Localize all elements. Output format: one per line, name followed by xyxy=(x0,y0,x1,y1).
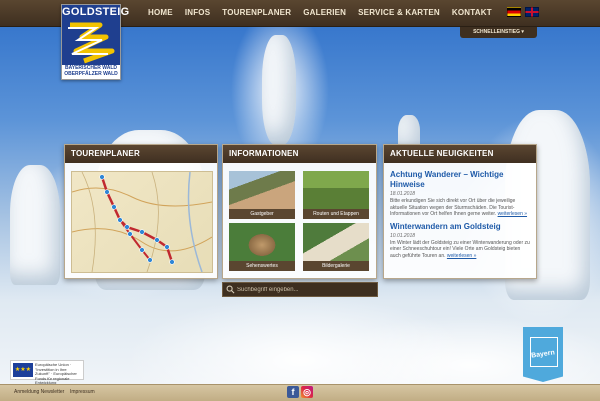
tile-label: Gastgeber xyxy=(229,209,295,219)
tile-routen[interactable]: Routen und Etappen xyxy=(303,171,369,219)
language-switch xyxy=(507,7,539,17)
logo-mark-icon xyxy=(62,19,120,65)
info-tiles: Gastgeber Routen und Etappen Sehenswerte… xyxy=(229,171,371,271)
german-flag-icon[interactable] xyxy=(507,7,521,17)
quickjump-label: SCHNELLEINSTIEG xyxy=(473,29,521,35)
nav-galerien[interactable]: GALERIEN xyxy=(297,0,352,26)
informationen-panel: INFORMATIONEN Gastgeber Routen und Etapp… xyxy=(222,144,377,279)
nav-kontakt[interactable]: KONTAKT xyxy=(446,0,498,26)
search-bar xyxy=(222,282,378,297)
eu-funding-text: Europäische Union · "Investition in Ihre… xyxy=(35,362,77,385)
news-date: 18.01.2018 xyxy=(390,191,416,197)
panel-title: TOURENPLANER xyxy=(65,145,217,163)
panel-title: INFORMATIONEN xyxy=(223,145,376,163)
tourenplaner-panel: TOURENPLANER xyxy=(64,144,218,279)
search-input[interactable] xyxy=(237,283,373,296)
nav-service-karten[interactable]: SERVICE & KARTEN xyxy=(352,0,446,26)
read-more-link[interactable]: weiterlesen » xyxy=(447,253,476,259)
news-item: Achtung Wanderer – Wichtige Hinweise 18.… xyxy=(390,170,532,218)
tile-sehenswertes[interactable]: Sehenswertes xyxy=(229,223,295,271)
bildergalerie-photo xyxy=(303,223,369,261)
tile-bildergalerie[interactable]: Bildergalerie xyxy=(303,223,369,271)
quickjump-dropdown[interactable]: SCHNELLEINSTIEG ▾ xyxy=(460,27,537,38)
eu-funding-badge[interactable]: ★★★ Europäische Union · "Investition in … xyxy=(10,360,84,385)
routen-photo xyxy=(303,171,369,209)
nav-tourenplaner[interactable]: TOURENPLANER xyxy=(216,0,297,26)
logo-subtitle: BAYERISCHER WALD OBERPFÄLZER WALD xyxy=(62,65,120,77)
route-map-drawing xyxy=(72,172,212,272)
tile-label: Routen und Etappen xyxy=(303,209,369,219)
facebook-icon[interactable]: f xyxy=(287,386,299,398)
news-text: Bitte erkundigen Sie sich direkt vor Ort… xyxy=(390,198,532,218)
read-more-link[interactable]: weiterlesen » xyxy=(498,211,527,217)
nav-infos[interactable]: INFOS xyxy=(179,0,216,26)
news-date: 10.01.2018 xyxy=(390,232,416,239)
snow-tree xyxy=(262,35,296,145)
snow-tree xyxy=(10,165,60,285)
gastgeber-photo xyxy=(229,171,295,209)
eu-flag-icon: ★★★ xyxy=(13,363,33,377)
english-flag-icon[interactable] xyxy=(525,7,539,17)
aktuelle-neuigkeiten-panel: AKTUELLE NEUIGKEITEN Achtung Wanderer – … xyxy=(383,144,537,279)
tile-gastgeber[interactable]: Gastgeber xyxy=(229,171,295,219)
main-nav: HOME INFOS TOURENPLANER GALERIEN SERVICE… xyxy=(142,0,498,26)
news-item: Winterwandern am Goldsteig 10.01.2018 Im… xyxy=(390,222,532,260)
logo-subtitle-2: OBERPFÄLZER WALD xyxy=(64,71,118,77)
tile-label: Sehenswertes xyxy=(229,261,295,271)
logo-title: GOLDSTEIG xyxy=(62,5,130,19)
bayern-badge[interactable]: Bayern xyxy=(523,327,563,382)
search-icon[interactable] xyxy=(226,285,235,294)
instagram-icon[interactable]: ◎ xyxy=(301,386,313,398)
news-text: Im Winter lädt der Goldsteig zu einer Wi… xyxy=(390,240,532,260)
footer-bar: Anmeldung Newsletter Impressum xyxy=(0,384,600,401)
news-body: Bitte erkundigen Sie sich direkt vor Ort… xyxy=(390,198,516,217)
news-title[interactable]: Winterwandern am Goldsteig xyxy=(390,222,532,232)
nav-home[interactable]: HOME xyxy=(142,0,179,26)
tile-label: Bildergalerie xyxy=(303,261,369,271)
impressum-link[interactable]: Impressum xyxy=(70,389,95,395)
news-title[interactable]: Achtung Wanderer – Wichtige Hinweise xyxy=(390,170,532,190)
panel-title: AKTUELLE NEUIGKEITEN xyxy=(384,145,536,163)
newsletter-link[interactable]: Anmeldung Newsletter xyxy=(14,389,64,395)
route-map[interactable] xyxy=(71,171,213,273)
goldsteig-logo[interactable]: GOLDSTEIG BAYERISCHER WALD OBERPFÄLZER W… xyxy=(61,4,130,80)
news-list: Achtung Wanderer – Wichtige Hinweise 18.… xyxy=(390,170,532,263)
sehenswertes-photo xyxy=(229,223,295,261)
